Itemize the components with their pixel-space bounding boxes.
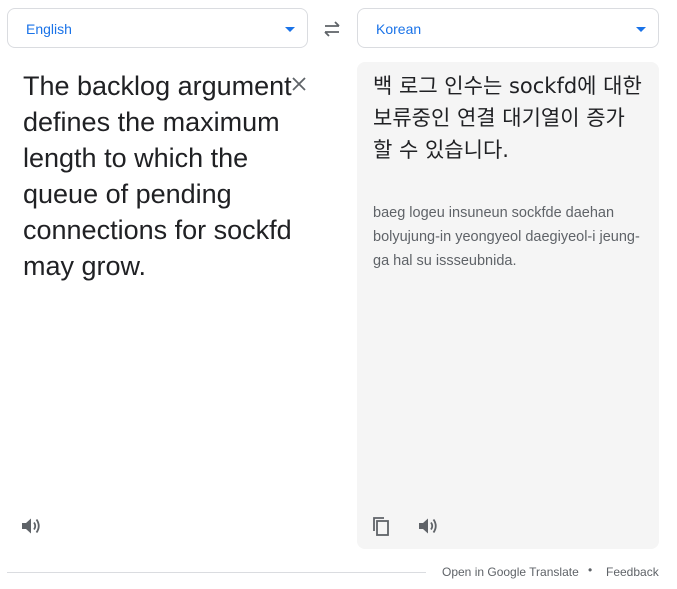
romanization-text: baeg logeu insuneun sockfde daehan bolyu…	[373, 205, 640, 269]
target-language-label: Korean	[376, 21, 422, 37]
clear-source-button[interactable]	[288, 73, 310, 95]
translate-widget: English Korean The backlog argument defi…	[0, 0, 677, 589]
swap-arrows-icon	[324, 21, 340, 37]
translation-panel: 백 로그 인수는 sockfd에 대한 보류중인 연결 대기열이 증가 할 수 …	[357, 62, 659, 549]
swap-languages-button[interactable]	[319, 17, 345, 41]
speaker-icon	[22, 518, 40, 534]
listen-translation-button[interactable]	[416, 514, 440, 538]
chevron-down-icon	[285, 27, 295, 32]
source-language-select[interactable]: English	[7, 8, 308, 48]
copy-translation-button[interactable]	[369, 514, 393, 538]
copy-icon	[373, 517, 389, 536]
source-text-input[interactable]: The backlog argument defines the maximum…	[23, 68, 293, 284]
listen-source-button[interactable]	[19, 514, 43, 538]
chevron-down-icon	[636, 27, 646, 32]
footer-separator: •	[588, 563, 593, 577]
target-language-select[interactable]: Korean	[357, 8, 659, 48]
source-language-label: English	[26, 21, 72, 37]
open-in-google-translate-link[interactable]: Open in Google Translate	[442, 565, 579, 579]
close-icon	[292, 77, 306, 91]
translated-text: 백 로그 인수는 sockfd에 대한 보류중인 연결 대기열이 증가 할 수 …	[373, 74, 642, 162]
footer-divider	[7, 572, 426, 573]
speaker-icon	[419, 518, 437, 534]
feedback-link[interactable]: Feedback	[606, 565, 659, 579]
